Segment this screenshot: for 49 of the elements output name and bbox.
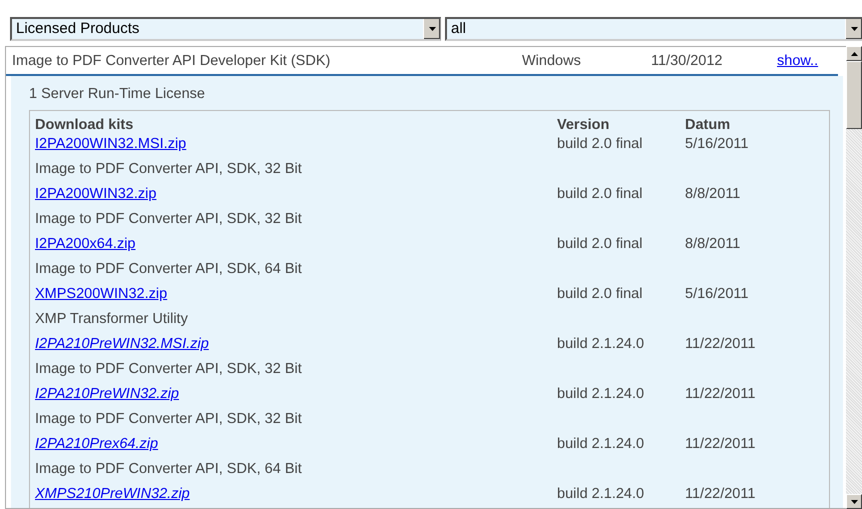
scroll-down-button[interactable] [846,494,862,509]
version: build 2.1.24.0 [557,486,646,504]
date: 8/8/2011 [685,236,742,254]
file-link[interactable]: XMPS210PreWIN32.zip [35,486,190,508]
file-link[interactable]: I2PA200x64.zip [35,236,136,261]
file-description: Image to PDF Converter API, SDK, 32 Bit [35,211,303,229]
down-arrow-icon [850,500,858,504]
dropdown[interactable]: Licensed Products [10,17,441,41]
file-description: Image to PDF Converter API, SDK, 32 Bit [35,411,303,429]
version: build 2.0 final [557,186,644,204]
version: build 2.0 final [557,286,644,304]
file-description: Image to PDF Converter API, SDK, 64 Bit [35,461,303,479]
file-link[interactable]: I2PA200WIN32.zip [35,186,156,211]
release-date: 11/30/2012 [651,53,724,71]
date: 11/22/2011 [685,386,756,404]
date: 11/22/2011 [685,336,756,354]
version: build 2.0 final [557,136,644,154]
file-description: XMP Transformer Utility [35,311,189,329]
file-link[interactable]: I2PA210PreWIN32.zip [35,386,179,411]
version: build 2.1.24.0 [557,436,646,454]
down-arrow-icon [428,27,436,31]
version: build 2.0 final [557,236,644,254]
column-header: Datum [685,117,732,133]
file-description: Image to PDF Converter API, SDK, 32 Bit [35,161,303,179]
date: 11/22/2011 [685,486,756,504]
up-arrow-icon [850,52,858,56]
version: build 2.1.24.0 [557,336,646,354]
scroll-up-button[interactable] [846,46,862,61]
license-text: 1 Server Run-Time License [29,86,206,102]
date: 5/16/2011 [685,136,750,154]
date: 11/22/2011 [685,436,756,454]
scroll-thumb[interactable] [846,61,862,129]
file-link[interactable]: XMPS200WIN32.zip [35,286,168,311]
scrollbar[interactable] [846,46,862,509]
show-link[interactable]: show.. [777,53,818,69]
dropdown[interactable]: all [445,17,862,41]
date: 8/8/2011 [685,186,742,204]
column-header: Download kits [35,117,134,133]
file-link[interactable]: I2PA210PreWIN32.MSI.zip [35,336,209,361]
platform: Windows [522,53,582,71]
column-header: Version [557,117,610,133]
file-description: Image to PDF Converter API, SDK, 32 Bit [35,361,303,379]
file-link[interactable]: I2PA200WIN32.MSI.zip [35,136,186,161]
file-description: Image to PDF Converter API, SDK, 64 Bit [35,261,303,279]
version: build 2.1.24.0 [557,386,646,404]
date: 5/16/2011 [685,286,750,304]
file-link[interactable]: I2PA210Prex64.zip [35,436,158,461]
down-arrow-icon [850,27,858,31]
product-name: Image to PDF Converter API Developer Kit (SDK) [12,53,332,71]
